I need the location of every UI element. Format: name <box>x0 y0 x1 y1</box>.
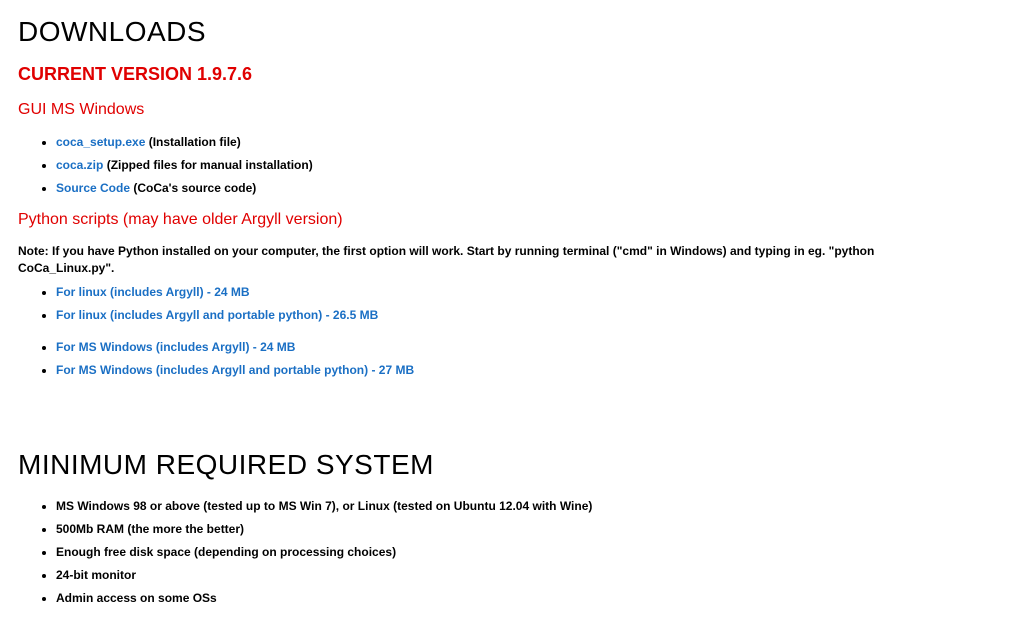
list-item: For linux (includes Argyll and portable … <box>56 306 1017 324</box>
download-link[interactable]: coca.zip <box>56 158 103 172</box>
gui-windows-heading: GUI MS Windows <box>18 101 1017 119</box>
download-desc: (Zipped files for manual installation) <box>103 158 312 172</box>
download-desc: (Installation file) <box>145 135 240 149</box>
current-version-heading: CURRENT VERSION 1.9.7.6 <box>18 64 1017 85</box>
python-note: Note: If you have Python installed on yo… <box>18 243 918 277</box>
download-link[interactable]: For MS Windows (includes Argyll) - 24 MB <box>56 340 295 354</box>
python-linux-list: For linux (includes Argyll) - 24 MB For … <box>18 283 1017 324</box>
list-item: For MS Windows (includes Argyll) - 24 MB <box>56 338 1017 356</box>
list-item: Admin access on some OSs <box>56 589 1017 607</box>
python-windows-list: For MS Windows (includes Argyll) - 24 MB… <box>18 338 1017 379</box>
downloads-heading: DOWNLOADS <box>18 16 1017 48</box>
list-item: For linux (includes Argyll) - 24 MB <box>56 283 1017 301</box>
download-link[interactable]: For MS Windows (includes Argyll and port… <box>56 363 414 377</box>
list-item: Enough free disk space (depending on pro… <box>56 543 1017 561</box>
list-item: coca.zip (Zipped files for manual instal… <box>56 156 1017 174</box>
download-link[interactable]: For linux (includes Argyll) - 24 MB <box>56 285 250 299</box>
list-item: Source Code (CoCa's source code) <box>56 179 1017 197</box>
list-item: coca_setup.exe (Installation file) <box>56 133 1017 151</box>
download-link[interactable]: Source Code <box>56 181 130 195</box>
list-item: MS Windows 98 or above (tested up to MS … <box>56 497 1017 515</box>
list-item: For MS Windows (includes Argyll and port… <box>56 361 1017 379</box>
gui-download-list: coca_setup.exe (Installation file) coca.… <box>18 133 1017 197</box>
python-scripts-heading: Python scripts (may have older Argyll ve… <box>18 211 1017 229</box>
requirements-list: MS Windows 98 or above (tested up to MS … <box>18 497 1017 607</box>
list-item: 24-bit monitor <box>56 566 1017 584</box>
download-link[interactable]: For linux (includes Argyll and portable … <box>56 308 378 322</box>
download-link[interactable]: coca_setup.exe <box>56 135 145 149</box>
download-desc: (CoCa's source code) <box>130 181 256 195</box>
min-req-heading: MINIMUM REQUIRED SYSTEM <box>18 449 1017 481</box>
